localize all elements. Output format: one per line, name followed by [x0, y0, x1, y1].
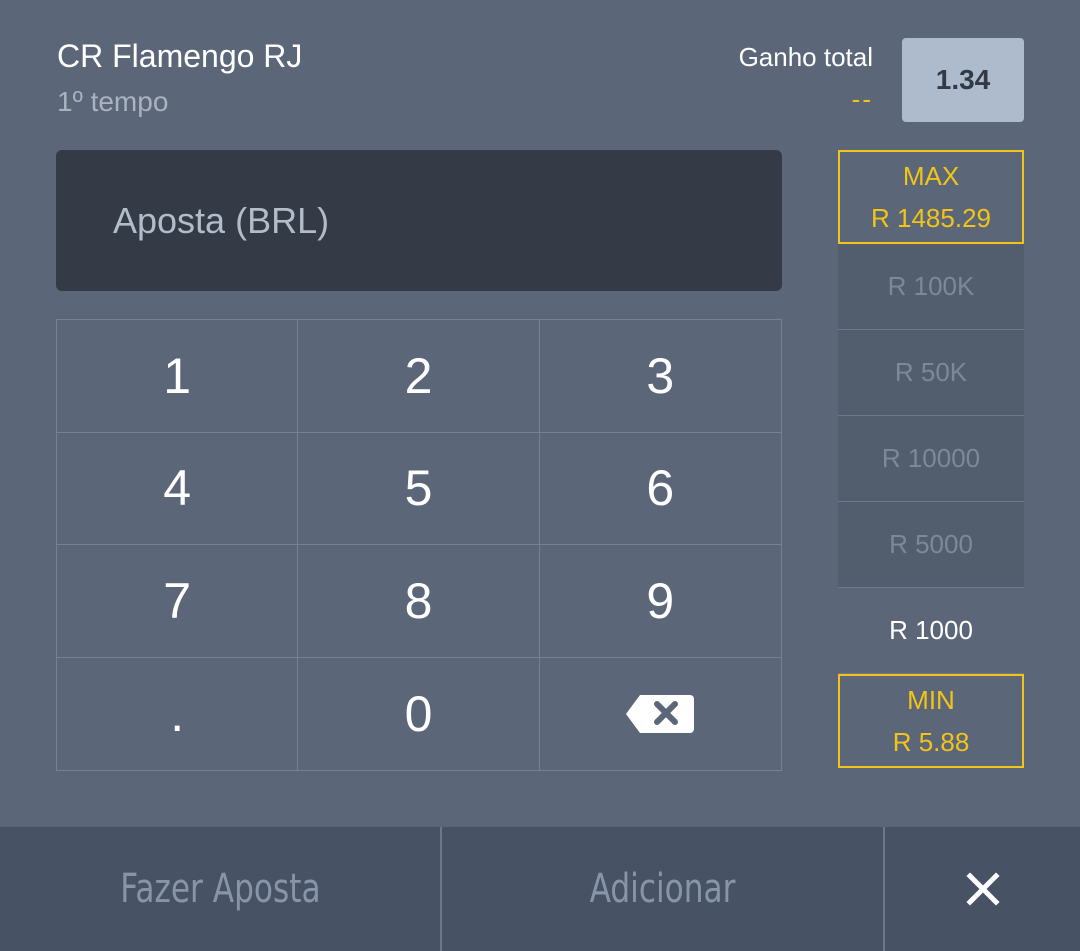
quick-amount-10000[interactable]: R 10000	[838, 416, 1024, 502]
header-team-name: CR Flamengo RJ	[57, 38, 303, 74]
close-button[interactable]	[885, 827, 1080, 951]
key-backspace[interactable]	[540, 658, 781, 771]
place-bet-label: Fazer Aposta	[119, 866, 321, 912]
key-5[interactable]: 5	[298, 432, 540, 545]
key-0[interactable]: 0	[298, 657, 540, 770]
max-label: MAX	[902, 161, 960, 191]
key-8[interactable]: 8	[298, 545, 540, 658]
quick-amount-5000[interactable]: R 5000	[838, 502, 1024, 588]
add-button[interactable]: Adicionar	[442, 827, 885, 951]
quick-amount-50k[interactable]: R 50K	[838, 330, 1024, 416]
key-decimal[interactable]: .	[57, 657, 299, 770]
key-3[interactable]: 3	[539, 320, 781, 433]
min-label: MIN	[907, 685, 955, 715]
max-stake-button[interactable]: MAX R 1485.29	[838, 150, 1024, 244]
key-9[interactable]: 9	[539, 545, 781, 658]
key-2[interactable]: 2	[298, 320, 540, 433]
quick-amount-100k[interactable]: R 100K	[838, 244, 1024, 330]
close-icon	[965, 872, 1000, 906]
total-win-value: --	[851, 84, 873, 114]
min-value: R 5.88	[892, 727, 970, 757]
min-stake-button[interactable]: MIN R 5.88	[838, 674, 1024, 768]
footer-bar: Fazer Aposta Adicionar	[0, 827, 1080, 951]
place-bet-button[interactable]: Fazer Aposta	[0, 827, 442, 951]
header-period: 1º tempo	[57, 86, 169, 117]
add-label: Adicionar	[589, 866, 736, 912]
max-value: R 1485.29	[871, 203, 991, 233]
total-win-label: Ganho total	[738, 42, 873, 72]
stake-input[interactable]	[56, 150, 782, 291]
key-6[interactable]: 6	[539, 433, 781, 545]
odds-box: 1.34	[902, 38, 1024, 122]
key-1[interactable]: 1	[57, 320, 299, 433]
backspace-icon	[626, 694, 695, 733]
quick-amount-1000[interactable]: R 1000	[838, 588, 1024, 674]
key-7[interactable]: 7	[57, 545, 299, 658]
keypad: 1 2 3 4 5 6 7 8 9 . 0	[56, 319, 782, 771]
quick-amounts: MAX R 1485.29 R 100K R 50K R 10000 R 500…	[838, 150, 1024, 768]
key-4[interactable]: 4	[57, 432, 299, 545]
